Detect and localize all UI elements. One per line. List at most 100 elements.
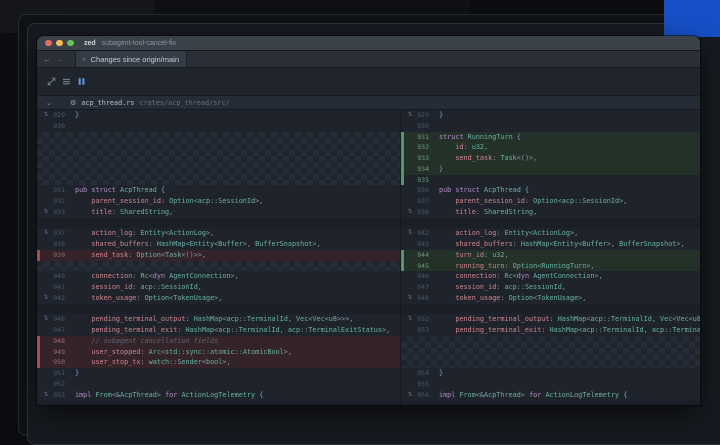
diff-row[interactable]: 950 user_stop_tx: watch::Sender<bool>, xyxy=(37,357,400,368)
zoom-window-button[interactable] xyxy=(67,40,74,47)
line-number: 953 xyxy=(416,325,429,336)
diff-row[interactable]: 935 xyxy=(401,175,700,186)
diff-row[interactable]: ⇅948 token_usage: Option<TokenUsage>, xyxy=(401,293,700,304)
diff-row[interactable]: 946 connection: Rc<dyn AgentConnection>, xyxy=(401,271,700,282)
line-number: 938 xyxy=(416,207,429,218)
excerpt-separator xyxy=(37,400,400,405)
diff-row[interactable]: 953 pending_terminal_exit: HashMap<acp::… xyxy=(401,325,700,336)
expand-excerpt-button[interactable]: ⇅ xyxy=(40,207,52,218)
line-number: 948 xyxy=(416,293,429,304)
line-number: 933 xyxy=(52,207,65,218)
pause-icon[interactable] xyxy=(75,76,88,88)
code-line: // subagent cancellation fields xyxy=(75,336,218,347)
diff-row[interactable]: 931pub struct AcpThread { xyxy=(37,185,400,196)
added-line-bar xyxy=(401,153,404,164)
diff-row[interactable]: 944 turn_id: u32, xyxy=(401,250,700,261)
nav-back-button[interactable]: ← xyxy=(41,51,54,67)
title-bar[interactable]: zed subagent-tool-cancel-fix xyxy=(37,36,700,51)
diff-row[interactable]: 941 session_id: acp::SessionId, xyxy=(37,282,400,293)
diff-row[interactable]: ⇅952 pending_terminal_output: HashMap<ac… xyxy=(401,314,700,325)
diff-row[interactable]: 938 shared_buffers: HashMap<Entity<Buffe… xyxy=(37,239,400,250)
close-window-button[interactable] xyxy=(45,40,52,47)
code-line: } xyxy=(439,110,443,121)
diff-row[interactable]: ⇅937 action_log: Entity<ActionLog>, xyxy=(37,228,400,239)
code-line: title: SharedString, xyxy=(439,207,537,218)
diff-row[interactable]: 951} xyxy=(37,368,400,379)
line-number: 956 xyxy=(416,390,429,401)
diff-row[interactable]: 955 xyxy=(401,379,700,390)
nav-forward-button[interactable]: → xyxy=(54,51,67,67)
line-number: 946 xyxy=(416,271,429,282)
rust-file-icon: ⚙ xyxy=(70,99,76,107)
diff-row[interactable]: ⇅938 title: SharedString, xyxy=(401,207,700,218)
expand-excerpt-button[interactable]: ⇅ xyxy=(404,228,416,239)
diff-row[interactable]: ⇅946 pending_terminal_output: HashMap<ac… xyxy=(37,314,400,325)
diff-row[interactable]: 934} xyxy=(401,164,700,175)
diff-row[interactable]: 947 pending_terminal_exit: HashMap<acp::… xyxy=(37,325,400,336)
diff-row[interactable]: 940 connection: Rc<dyn AgentConnection>, xyxy=(37,271,400,282)
expand-excerpt-button[interactable]: ⇅ xyxy=(404,390,416,401)
diff-row[interactable]: ⇅929} xyxy=(401,110,700,121)
line-number: 930 xyxy=(416,121,429,132)
diff-row[interactable]: 937 parent_session_id: Option<acp::Sessi… xyxy=(401,196,700,207)
expand-excerpt-button[interactable]: ⇅ xyxy=(40,390,52,401)
diff-row[interactable]: 936pub struct AcpThread { xyxy=(401,185,700,196)
minimize-window-button[interactable] xyxy=(56,40,63,47)
diff-row[interactable]: 949 user_stopped: Arc<std::sync::atomic:… xyxy=(37,347,400,358)
expand-excerpt-button[interactable]: ⇅ xyxy=(404,207,416,218)
expand-excerpt-button[interactable]: ⇅ xyxy=(404,110,416,121)
line-number: 954 xyxy=(416,368,429,379)
diff-row[interactable]: 952 xyxy=(37,379,400,390)
expand-excerpt-button[interactable]: ⇅ xyxy=(40,314,52,325)
code-line: running_turn: Option<RunningTurn>, xyxy=(439,261,595,272)
expand-diagonal-icon[interactable] xyxy=(45,76,58,88)
blue-accent-rectangle xyxy=(664,0,720,37)
expand-excerpt-button[interactable]: ⇅ xyxy=(404,314,416,325)
diff-row[interactable]: 943 shared_buffers: HashMap<Entity<Buffe… xyxy=(401,239,700,250)
menu-icon[interactable] xyxy=(60,76,73,88)
diff-row[interactable]: 932 id: u32, xyxy=(401,142,700,153)
diff-row[interactable]: 947 session_id: acp::SessionId, xyxy=(401,282,700,293)
diff-row[interactable]: ⇅933 title: SharedString, xyxy=(37,207,400,218)
diff-row[interactable]: 933 send_task: Task<()>, xyxy=(401,153,700,164)
added-line-bar xyxy=(401,164,404,175)
code-line: shared_buffers: HashMap<Entity<Buffer>, … xyxy=(75,239,321,250)
tab-changes-since-origin-main[interactable]: Changes since origin/main xyxy=(75,51,187,67)
code-line: action_log: Entity<ActionLog>, xyxy=(75,228,214,239)
code-line: title: SharedString, xyxy=(75,207,173,218)
expand-excerpt-button[interactable]: ⇅ xyxy=(404,293,416,304)
line-number: 931 xyxy=(416,132,429,143)
code-line: user_stopped: Arc<std::sync::atomic::Ato… xyxy=(75,347,292,358)
tab-bar: ← → Changes since origin/main xyxy=(37,51,700,68)
chevron-down-icon[interactable]: ⌄ xyxy=(46,99,56,107)
diff-row[interactable]: ⇅929} xyxy=(37,110,400,121)
line-number: 942 xyxy=(52,293,65,304)
diff-row[interactable]: 945 running_turn: Option<RunningTurn>, xyxy=(401,261,700,272)
diff-row[interactable]: 931struct RunningTurn { xyxy=(401,132,700,143)
diff-row[interactable]: ⇅956impl From<&AcpThread> for ActionLogT… xyxy=(401,390,700,401)
diff-row[interactable]: 932 parent_session_id: Option<acp::Sessi… xyxy=(37,196,400,207)
line-number: 948 xyxy=(52,336,65,347)
diff-row[interactable]: ⇅942 action_log: Entity<ActionLog>, xyxy=(401,228,700,239)
code-line: send_task: Task<()>, xyxy=(439,153,537,164)
line-number: 936 xyxy=(416,185,429,196)
line-number: 929 xyxy=(416,110,429,121)
code-line: turn_id: u32, xyxy=(439,250,509,261)
file-path: crates/acp_thread/src/ xyxy=(139,99,229,107)
deleted-line-bar xyxy=(37,336,40,347)
code-line: parent_session_id: Option<acp::SessionId… xyxy=(439,196,627,207)
collapsed-region xyxy=(401,336,700,368)
line-number: 955 xyxy=(416,379,429,390)
expand-excerpt-button[interactable]: ⇅ xyxy=(40,228,52,239)
diff-row[interactable]: ⇅942 token_usage: Option<TokenUsage>, xyxy=(37,293,400,304)
file-header[interactable]: ⌄ ⚙ acp_thread.rs crates/acp_thread/src/ xyxy=(37,96,700,110)
diff-row[interactable]: 930 xyxy=(37,121,400,132)
expand-excerpt-button[interactable]: ⇅ xyxy=(40,110,52,121)
diff-row[interactable]: 948 // subagent cancellation fields xyxy=(37,336,400,347)
diff-row[interactable]: ⇅953impl From<&AcpThread> for ActionLogT… xyxy=(37,390,400,401)
diff-row[interactable]: 930 xyxy=(401,121,700,132)
diff-row[interactable]: 954} xyxy=(401,368,700,379)
diff-row[interactable]: 939 send_task: Option<Task<()>>, xyxy=(37,250,400,261)
expand-excerpt-button[interactable]: ⇅ xyxy=(40,293,52,304)
deleted-line-bar xyxy=(37,357,40,368)
